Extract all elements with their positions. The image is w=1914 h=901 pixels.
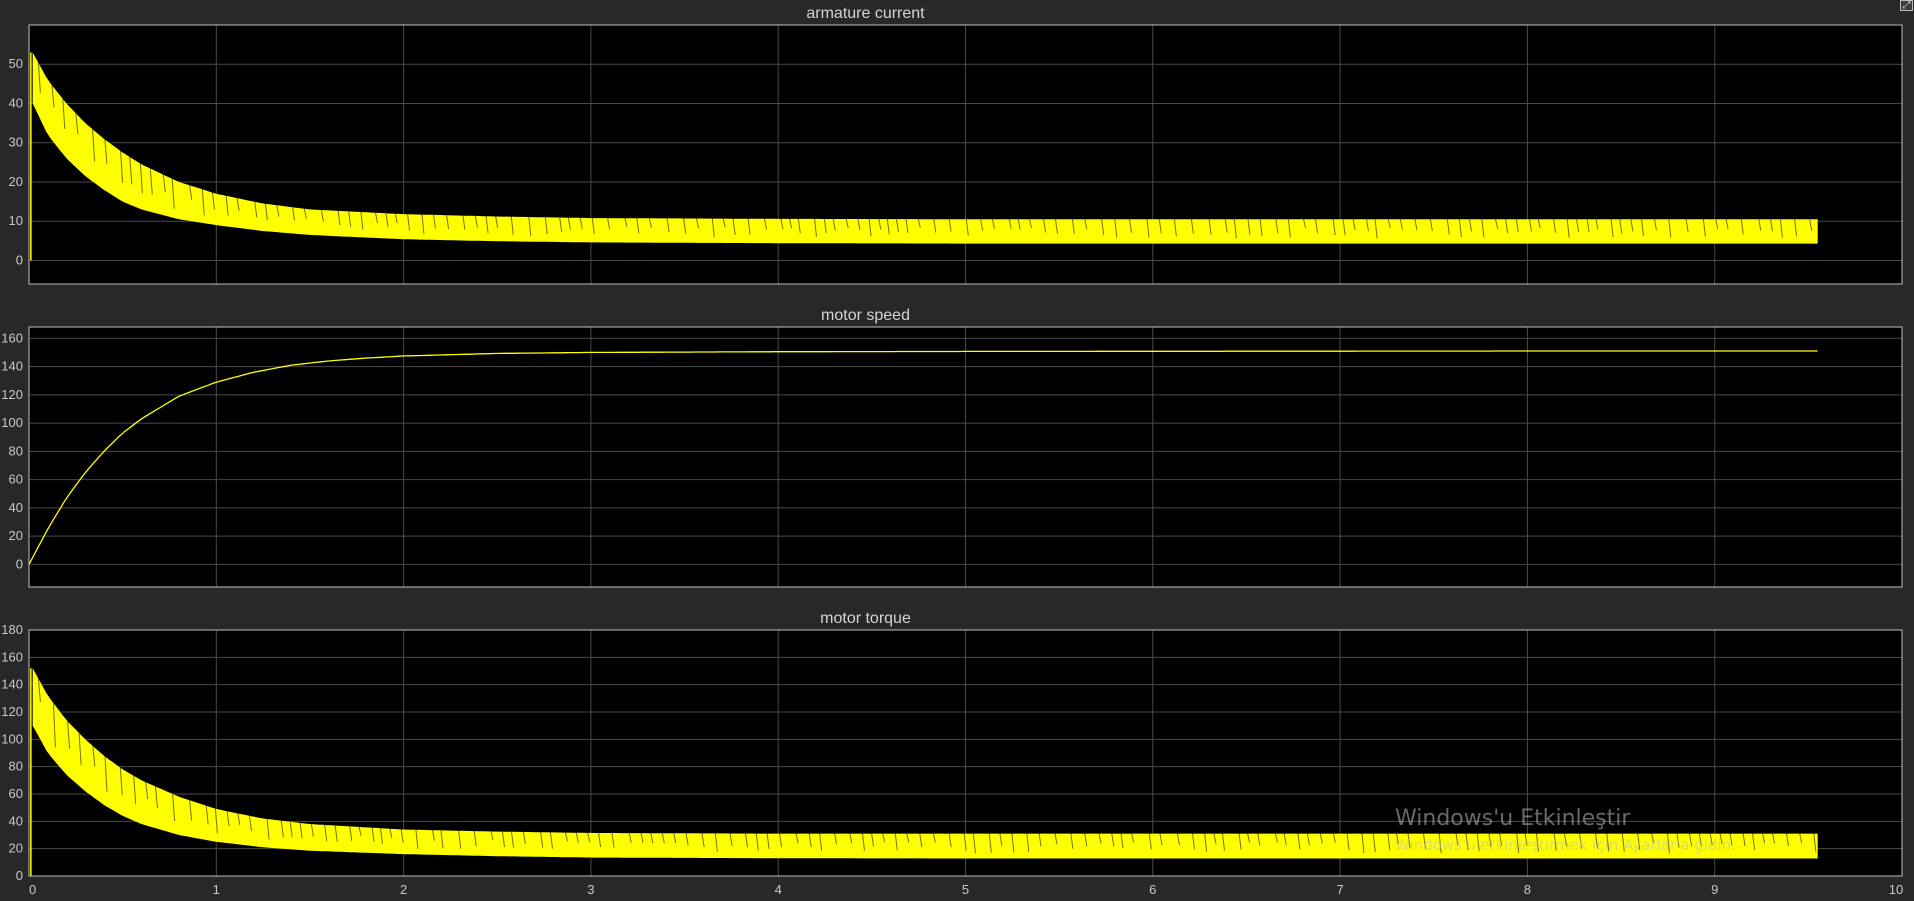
x-tick-label: 0	[29, 882, 36, 897]
scope-figure: 01020304050armature current0204060801001…	[1, 5, 1903, 897]
y-tick-label: 140	[1, 677, 23, 692]
chart-panel-2: 0 20 40 60 80 100 120 140 160 motor speed	[1, 307, 1903, 588]
y-tick-label: 160	[1, 649, 23, 664]
y-tick-label: 0	[16, 868, 23, 883]
y-tick-label: 80	[9, 759, 23, 774]
y-tick-label: 40	[9, 95, 23, 110]
chart-title: armature current	[806, 5, 925, 22]
chart-panel-3: 0 20 40 60 80 100 120 140 160 180 0 1 2 3 4 5 6 7 8 9 10 moto…	[1, 610, 1903, 897]
y-tick-label: 120	[1, 387, 23, 402]
y-tick-label: 80	[9, 443, 23, 458]
x-tick-label: 7	[1336, 882, 1343, 897]
y-tick-label: 50	[9, 56, 23, 71]
y-tick-label: 0	[16, 556, 23, 571]
y-tick-label: 40	[9, 500, 23, 515]
x-tick-label: 3	[587, 882, 594, 897]
y-tick-label: 40	[9, 813, 23, 828]
x-tick-label: 2	[400, 882, 407, 897]
x-tick-label: 4	[775, 882, 782, 897]
y-tick-label: 160	[1, 330, 23, 345]
chart-panel-1: 0 10 20 30 40 50 armature current	[9, 5, 1903, 285]
chart-title: motor speed	[821, 307, 910, 324]
y-tick-label: 60	[9, 472, 23, 487]
x-tick-label: 8	[1524, 882, 1531, 897]
y-tick-label: 180	[1, 622, 23, 637]
x-tick-label: 9	[1711, 882, 1718, 897]
y-tick-label: 30	[9, 135, 23, 150]
chart-title: motor torque	[820, 610, 911, 627]
y-tick-label: 20	[9, 528, 23, 543]
undock-icon[interactable]: ⤢	[1900, 0, 1913, 11]
y-tick-label: 60	[9, 786, 23, 801]
y-tick-label: 100	[1, 731, 23, 746]
y-tick-label: 10	[9, 213, 23, 228]
y-tick-label: 100	[1, 415, 23, 430]
y-tick-label: 20	[9, 174, 23, 189]
x-tick-label: 5	[962, 882, 969, 897]
y-tick-label: 120	[1, 704, 23, 719]
y-tick-label: 0	[16, 252, 23, 267]
x-tick-label: 6	[1149, 882, 1156, 897]
y-tick-label: 20	[9, 841, 23, 856]
x-tick-label: 1	[213, 882, 220, 897]
x-tick-label: 10	[1889, 882, 1903, 897]
y-tick-label: 140	[1, 359, 23, 374]
